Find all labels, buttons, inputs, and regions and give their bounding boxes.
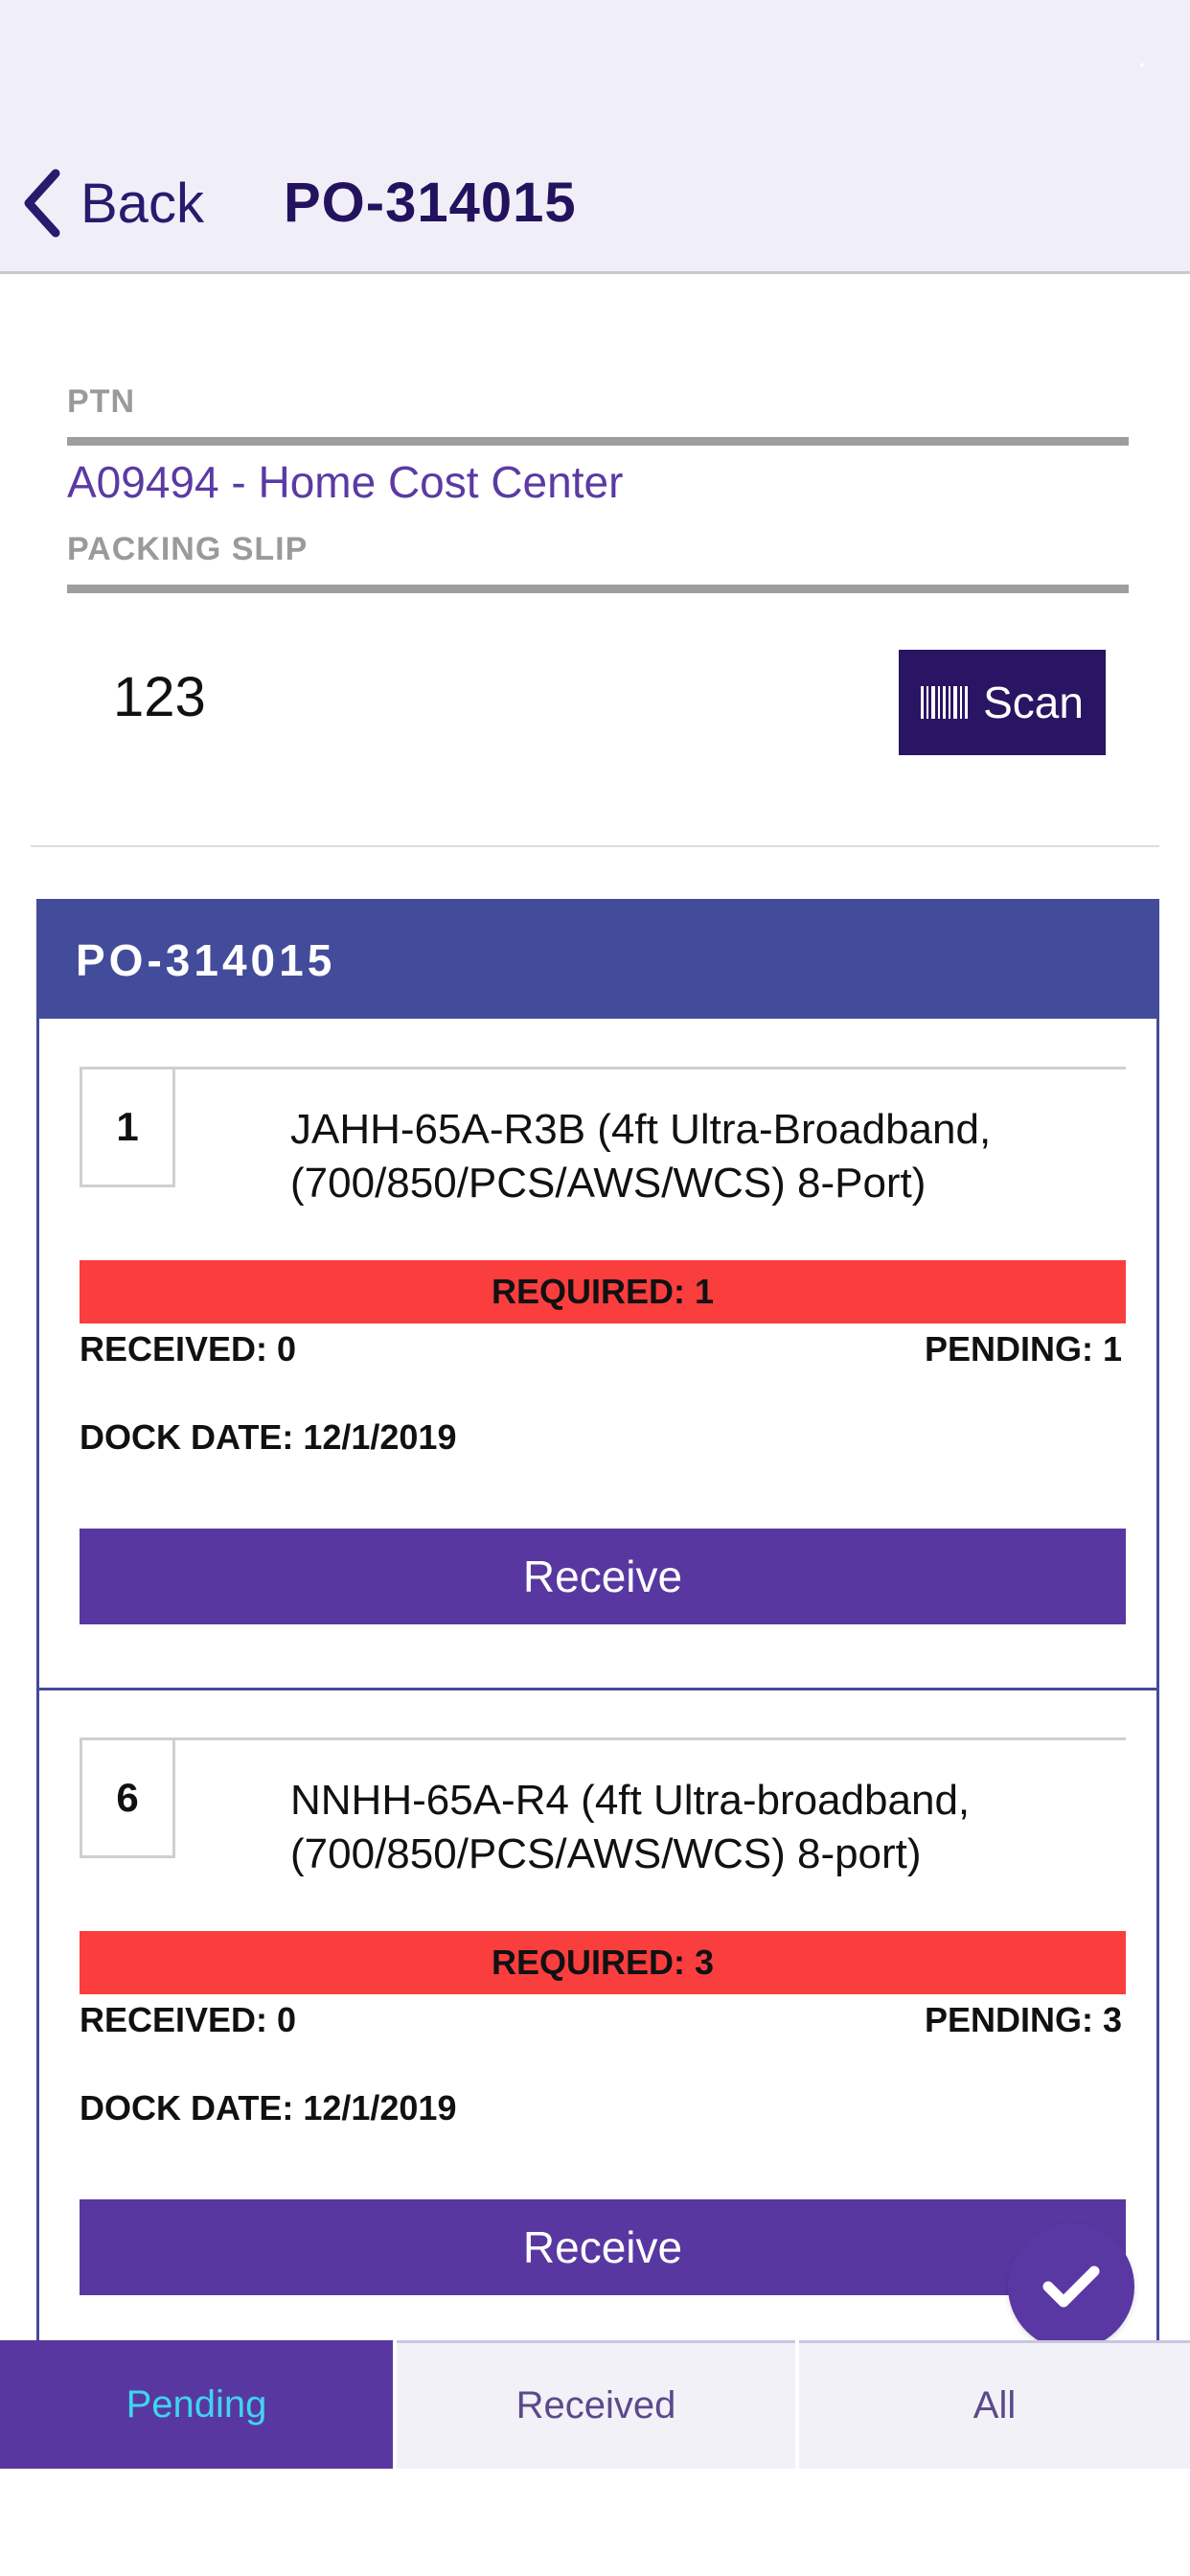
item-separator (39, 1688, 1156, 1690)
tab-bar: Pending Received All (0, 2340, 1190, 2469)
chevron-left-icon (24, 169, 60, 238)
quantity-box: 6 (80, 1737, 175, 1858)
item-description-line: (700/850/PCS/AWS/WCS) 8-Port) (290, 1160, 927, 1207)
ptn-label: PTN (67, 383, 135, 420)
scan-button[interactable]: Scan (899, 650, 1106, 755)
tab-pending[interactable]: Pending (0, 2340, 393, 2469)
po-card: PO-314015 1 JAHH-65A-R3B (4ft Ultra-Broa… (36, 899, 1159, 2356)
item-divider (173, 1737, 1126, 1740)
line-item: 6 NNHH-65A-R4 (4ft Ultra-broadband, (700… (39, 1688, 1156, 2356)
receive-button[interactable]: Receive (80, 2199, 1126, 2295)
required-badge: REQUIRED: 3 (80, 1931, 1126, 1994)
received-count: RECEIVED: 0 (80, 2000, 297, 2039)
packing-slip-divider (67, 585, 1129, 593)
back-label: Back (80, 172, 204, 235)
status-indicator (1140, 63, 1144, 67)
item-description: NNHH-65A-R4 (4ft Ultra-broadband, (700/8… (290, 1774, 1095, 1881)
pending-count: PENDING: 1 (924, 1329, 1122, 1368)
item-description: JAHH-65A-R3B (4ft Ultra-Broadband, (700/… (290, 1103, 1095, 1210)
dock-date: DOCK DATE: 12/1/2019 (80, 1417, 457, 1457)
checkmark-icon (1042, 2266, 1100, 2308)
item-divider (173, 1067, 1126, 1070)
page-title: PO-314015 (284, 172, 577, 234)
dock-date: DOCK DATE: 12/1/2019 (80, 2088, 457, 2128)
confirm-fab-button[interactable] (1008, 2223, 1134, 2350)
po-card-header: PO-314015 (39, 902, 1156, 1019)
received-count: RECEIVED: 0 (80, 1329, 297, 1368)
barcode-icon (921, 686, 969, 719)
item-description-line: JAHH-65A-R3B (4ft Ultra-Broadband, (290, 1106, 992, 1153)
tab-all[interactable]: All (799, 2340, 1190, 2469)
po-card-title: PO-314015 (76, 935, 336, 985)
item-description-line: (700/850/PCS/AWS/WCS) 8-port) (290, 1830, 922, 1877)
packing-slip-input[interactable]: 123 (113, 665, 206, 729)
receive-button[interactable]: Receive (80, 1529, 1126, 1624)
required-badge: REQUIRED: 1 (80, 1260, 1126, 1323)
navigation-bar: Back PO-314015 (0, 0, 1190, 274)
line-item: 1 JAHH-65A-R3B (4ft Ultra-Broadband, (70… (39, 1019, 1156, 1690)
item-description-line: NNHH-65A-R4 (4ft Ultra-broadband, (290, 1777, 971, 1824)
back-button[interactable]: Back (21, 165, 204, 242)
quantity-box: 1 (80, 1067, 175, 1187)
ptn-selector[interactable]: A09494 - Home Cost Center (67, 456, 623, 508)
packing-slip-label: PACKING SLIP (67, 531, 309, 567)
pending-count: PENDING: 3 (924, 2000, 1122, 2039)
scan-label: Scan (983, 678, 1084, 727)
section-divider (31, 845, 1159, 847)
ptn-divider (67, 437, 1129, 446)
tab-received[interactable]: Received (397, 2340, 795, 2469)
